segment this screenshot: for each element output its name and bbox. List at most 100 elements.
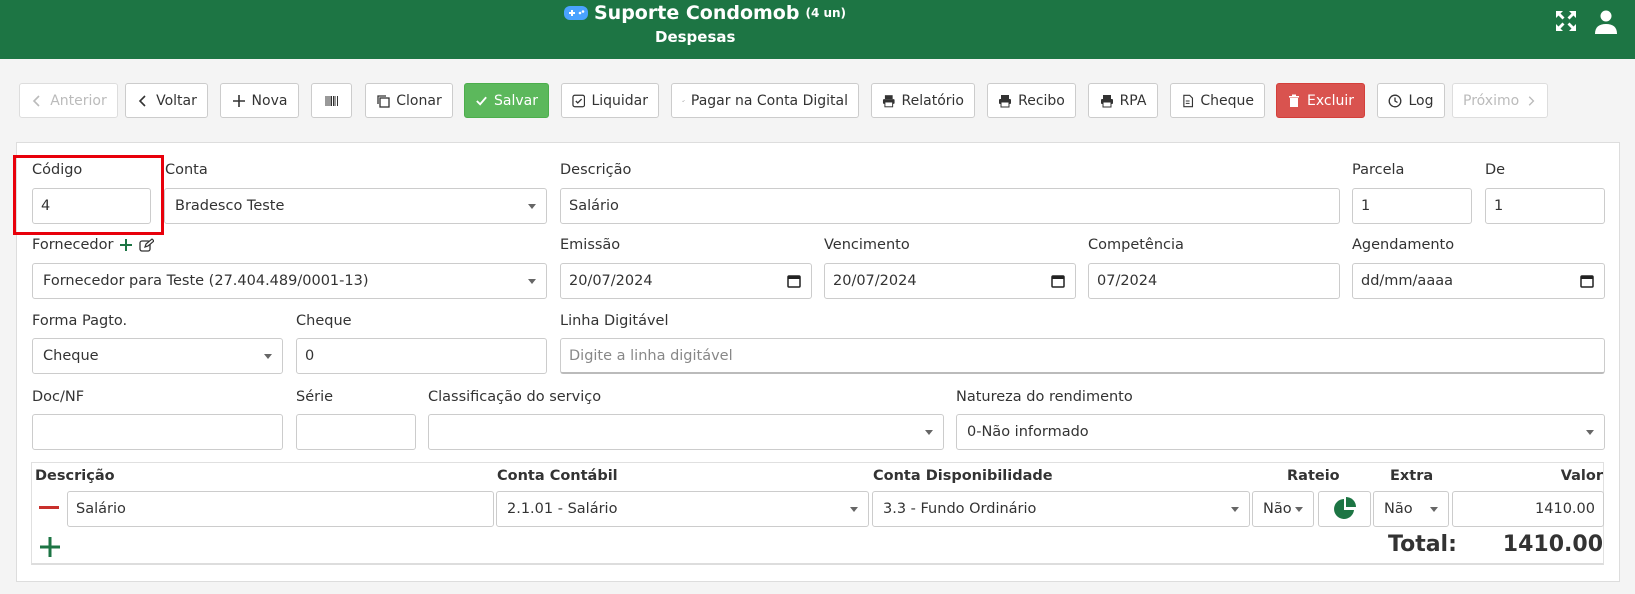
- delete-button[interactable]: Excluir: [1276, 83, 1365, 118]
- previous-button[interactable]: Anterior: [19, 83, 118, 118]
- pie-chart-icon: [1333, 497, 1356, 519]
- new-button[interactable]: Nova: [220, 83, 299, 118]
- check-document-icon: [1183, 94, 1194, 107]
- back-button[interactable]: Voltar: [125, 83, 208, 118]
- pay-digital-account-button[interactable]: Pagar na Conta Digital: [671, 83, 859, 118]
- code-input[interactable]: 4: [32, 188, 151, 224]
- user-icon[interactable]: [1595, 10, 1619, 34]
- caret-down-icon: [925, 430, 933, 435]
- account-label: Conta: [165, 162, 208, 178]
- receipt-button[interactable]: Recibo: [987, 83, 1076, 118]
- fullscreen-icon[interactable]: [1555, 10, 1579, 34]
- check-icon: [476, 96, 487, 106]
- clone-button[interactable]: Clonar: [365, 83, 453, 118]
- caret-down-icon: [264, 354, 272, 359]
- description-label: Descrição: [560, 162, 632, 178]
- col-extra: Extra: [1390, 468, 1434, 484]
- schedule-date-input[interactable]: dd/mm/aaaa: [1352, 263, 1605, 299]
- doc-nf-label: Doc/NF: [32, 389, 85, 405]
- rpa-button[interactable]: RPA: [1088, 83, 1158, 118]
- checkbox-icon: [572, 94, 586, 107]
- due-date-label: Vencimento: [824, 237, 910, 253]
- digitable-line-label: Linha Digitável: [560, 313, 669, 329]
- caret-down-icon: [1231, 507, 1239, 512]
- gamepad-icon: [564, 6, 588, 20]
- printer-icon: [999, 94, 1012, 107]
- col-value: Valor: [1560, 468, 1603, 484]
- payment-method-select[interactable]: Cheque: [32, 338, 283, 374]
- schedule-label: Agendamento: [1352, 237, 1455, 253]
- installment-label: Parcela: [1352, 162, 1405, 178]
- edit-supplier-icon[interactable]: [139, 237, 155, 253]
- competence-label: Competência: [1088, 237, 1184, 253]
- remove-row-icon[interactable]: [39, 505, 61, 511]
- chevron-right-icon: [1528, 95, 1535, 106]
- printer-icon: [882, 94, 895, 107]
- of-label: De: [1485, 162, 1506, 178]
- income-nature-select[interactable]: 0-Não informado: [956, 414, 1605, 450]
- col-apportionment: Rateio: [1287, 468, 1340, 484]
- caret-down-icon: [1295, 507, 1303, 512]
- description-input[interactable]: Salário: [560, 188, 1340, 224]
- calendar-icon[interactable]: [1051, 274, 1065, 288]
- caret-down-icon: [850, 507, 858, 512]
- account-select[interactable]: Bradesco Teste: [164, 188, 547, 224]
- report-button[interactable]: Relatório: [871, 83, 975, 118]
- settle-button[interactable]: Liquidar: [561, 83, 659, 118]
- row-availability-account-select[interactable]: 3.3 - Fundo Ordinário: [872, 491, 1250, 527]
- total-label: Total:: [1388, 532, 1457, 557]
- doc-nf-input[interactable]: [32, 414, 283, 450]
- series-input[interactable]: [296, 414, 416, 450]
- col-description: Descrição: [35, 468, 115, 484]
- check-print-button[interactable]: Cheque: [1170, 83, 1265, 118]
- barcode-icon: [325, 95, 338, 106]
- total-value: 1410.00: [1502, 532, 1603, 557]
- add-row-icon[interactable]: [39, 536, 61, 558]
- issue-date-label: Emissão: [560, 237, 621, 253]
- row-accounting-account-select[interactable]: 2.1.01 - Salário: [496, 491, 869, 527]
- due-date-input[interactable]: 20/07/2024: [824, 263, 1076, 299]
- clock-icon: [1389, 94, 1402, 107]
- page-subtitle: Despesas: [655, 28, 736, 46]
- trash-icon: [1289, 94, 1299, 107]
- calendar-icon[interactable]: [787, 274, 801, 288]
- row-description-input[interactable]: Salário: [67, 491, 494, 527]
- printer-icon: [1100, 94, 1113, 107]
- caret-down-icon: [1430, 507, 1438, 512]
- calendar-icon[interactable]: [1580, 274, 1594, 288]
- units-count: (4 un): [805, 6, 847, 20]
- installment-input[interactable]: 1: [1352, 188, 1472, 224]
- chevron-left-icon: [33, 94, 40, 107]
- col-availability-account: Conta Disponibilidade: [873, 468, 1053, 484]
- plus-icon: [232, 94, 245, 107]
- log-button[interactable]: Log: [1377, 83, 1445, 118]
- supplier-label-row: Fornecedor: [32, 237, 155, 253]
- competence-input[interactable]: 07/2024: [1088, 263, 1340, 299]
- issue-date-input[interactable]: 20/07/2024: [560, 263, 812, 299]
- barcode-button[interactable]: [311, 83, 352, 118]
- digitable-line-input[interactable]: Digite a linha digitável: [560, 338, 1605, 374]
- code-label: Código: [32, 162, 83, 178]
- clone-icon: [377, 94, 390, 108]
- row-value-input[interactable]: 1410.00: [1452, 491, 1604, 527]
- payment-method-label: Forma Pagto.: [32, 313, 128, 329]
- apportionment-button[interactable]: [1318, 491, 1371, 527]
- check-number-label: Cheque: [296, 313, 352, 329]
- app-header: Suporte Condomob (4 un) Despesas: [0, 0, 1635, 59]
- caret-down-icon: [528, 279, 536, 284]
- caret-down-icon: [1586, 430, 1594, 435]
- income-nature-label: Natureza do rendimento: [956, 389, 1133, 405]
- save-button[interactable]: Salvar: [464, 83, 549, 118]
- service-classification-select[interactable]: [428, 414, 944, 450]
- col-accounting-account: Conta Contábil: [497, 468, 618, 484]
- next-button[interactable]: Próximo: [1452, 83, 1548, 118]
- caret-down-icon: [528, 204, 536, 209]
- supplier-select[interactable]: Fornecedor para Teste (27.404.489/0001-1…: [32, 263, 547, 299]
- row-apportionment-select[interactable]: Não: [1252, 491, 1314, 527]
- series-label: Série: [296, 389, 334, 405]
- add-supplier-icon[interactable]: [119, 238, 133, 252]
- of-input[interactable]: 1: [1485, 188, 1605, 224]
- service-classification-label: Classificação do serviço: [428, 389, 602, 405]
- check-number-input[interactable]: 0: [296, 338, 547, 374]
- row-extra-select[interactable]: Não: [1373, 491, 1449, 527]
